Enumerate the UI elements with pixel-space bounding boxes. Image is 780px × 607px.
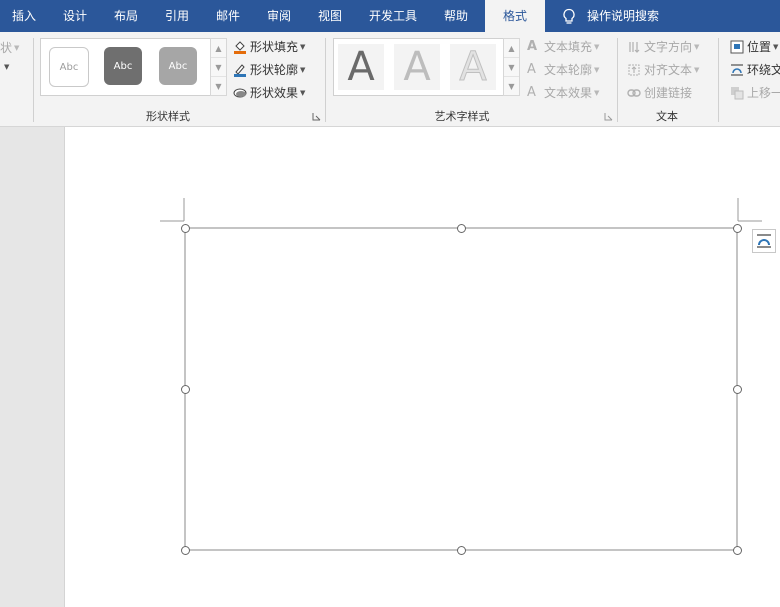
resize-handle-right[interactable] [732, 384, 742, 394]
resize-handle-top-right[interactable] [732, 223, 742, 233]
resize-handle-top[interactable] [456, 223, 466, 233]
layout-options-button[interactable] [752, 229, 776, 253]
layout-options-icon [757, 234, 771, 248]
resize-handle-bottom[interactable] [456, 545, 466, 555]
resize-handle-bottom-right[interactable] [732, 545, 742, 555]
resize-handle-top-left[interactable] [180, 223, 190, 233]
page-marks [160, 198, 762, 551]
rectangle-shape[interactable] [184, 227, 738, 551]
resize-handle-left[interactable] [180, 384, 190, 394]
resize-handle-bottom-left[interactable] [180, 545, 190, 555]
